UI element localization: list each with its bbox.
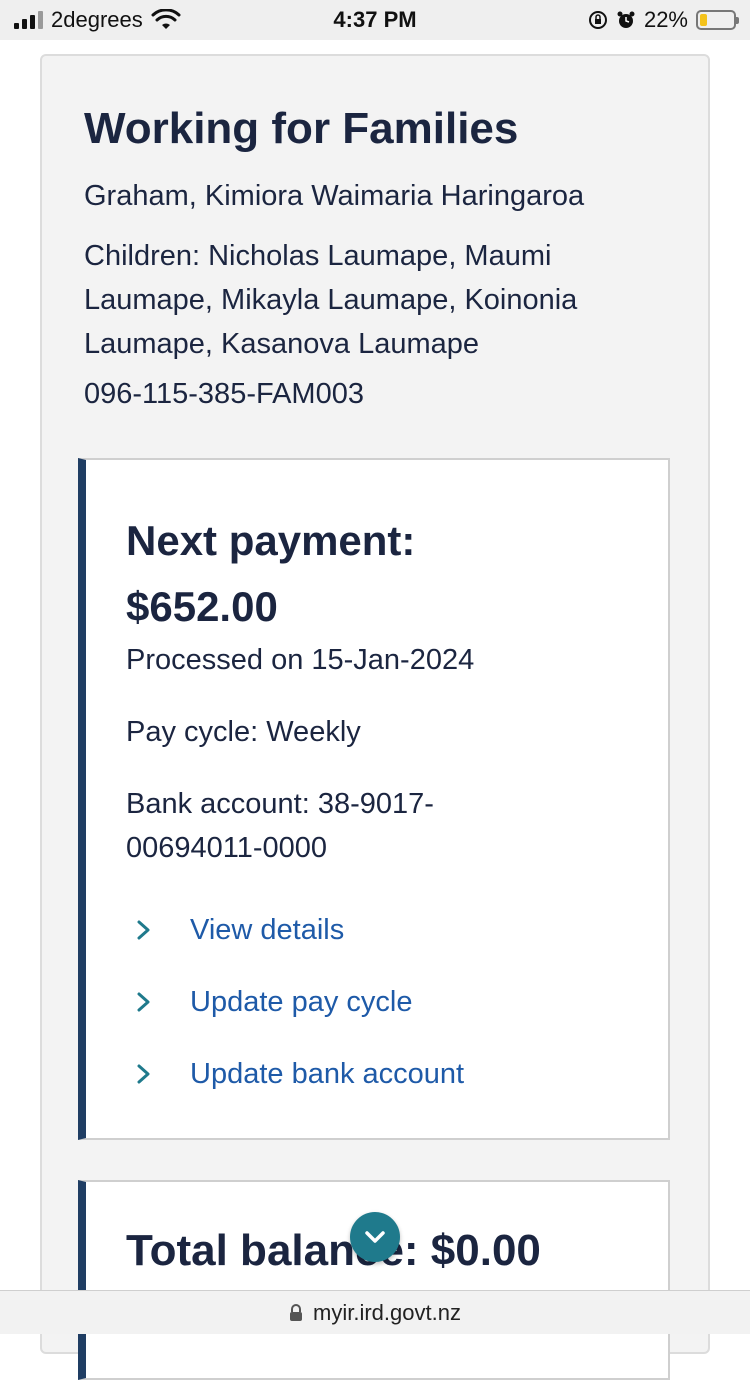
chevron-down-icon [365,1231,385,1243]
children-list: Children: Nicholas Laumape, Maumi Laumap… [84,240,578,360]
lock-icon [290,1303,303,1321]
battery-icon [696,10,739,30]
update-bank-account-link[interactable]: Update bank account [136,1054,464,1094]
next-payment-card: Next payment: $652.00 Processed on 15-Ja… [78,458,670,1140]
chevron-right-icon [137,920,150,940]
page-title: Working for Families [84,104,519,153]
account-reference: 096-115-385-FAM003 [84,378,364,410]
update-pay-cycle-link[interactable]: Update pay cycle [136,982,412,1022]
rotation-lock-icon [588,11,607,29]
customer-name: Graham, Kimiora Waimaria Haringaroa [84,180,585,212]
status-bar: 2degrees 4:37 PM 22% [0,0,750,40]
battery-percent: 22% [643,7,688,32]
bank-account: Bank account: 38-9017-00694011-0000 [126,788,434,864]
alarm-icon [617,11,635,28]
scroll-down-button[interactable] [350,1212,400,1262]
browser-url-bar[interactable]: myir.ird.govt.nz [0,1290,750,1334]
status-right: 22% [588,0,739,40]
url-text: myir.ird.govt.nz [313,1299,461,1325]
total-balance-card: Total balance: $0.00 [78,1180,670,1380]
chevron-right-icon [137,992,150,1012]
next-payment-heading: Next payment: $652.00 [126,508,415,640]
wff-panel: Working for Families Graham, Kimiora Wai… [40,54,710,1380]
next-payment-amount: $652.00 [126,583,278,630]
update-pay-cycle-label[interactable]: Update pay cycle [190,986,412,1019]
processed-date: Processed on 15-Jan-2024 [126,644,475,676]
total-balance-heading: Total balance: $0.00 [126,1226,541,1275]
pay-cycle: Pay cycle: Weekly [126,716,361,748]
view-details-label[interactable]: View details [190,914,344,947]
next-payment-label: Next payment: [126,517,416,564]
update-bank-account-label[interactable]: Update bank account [190,1058,464,1091]
battery-level [700,14,708,26]
chevron-right-icon [137,1064,150,1084]
view-details-link[interactable]: View details [136,910,344,950]
